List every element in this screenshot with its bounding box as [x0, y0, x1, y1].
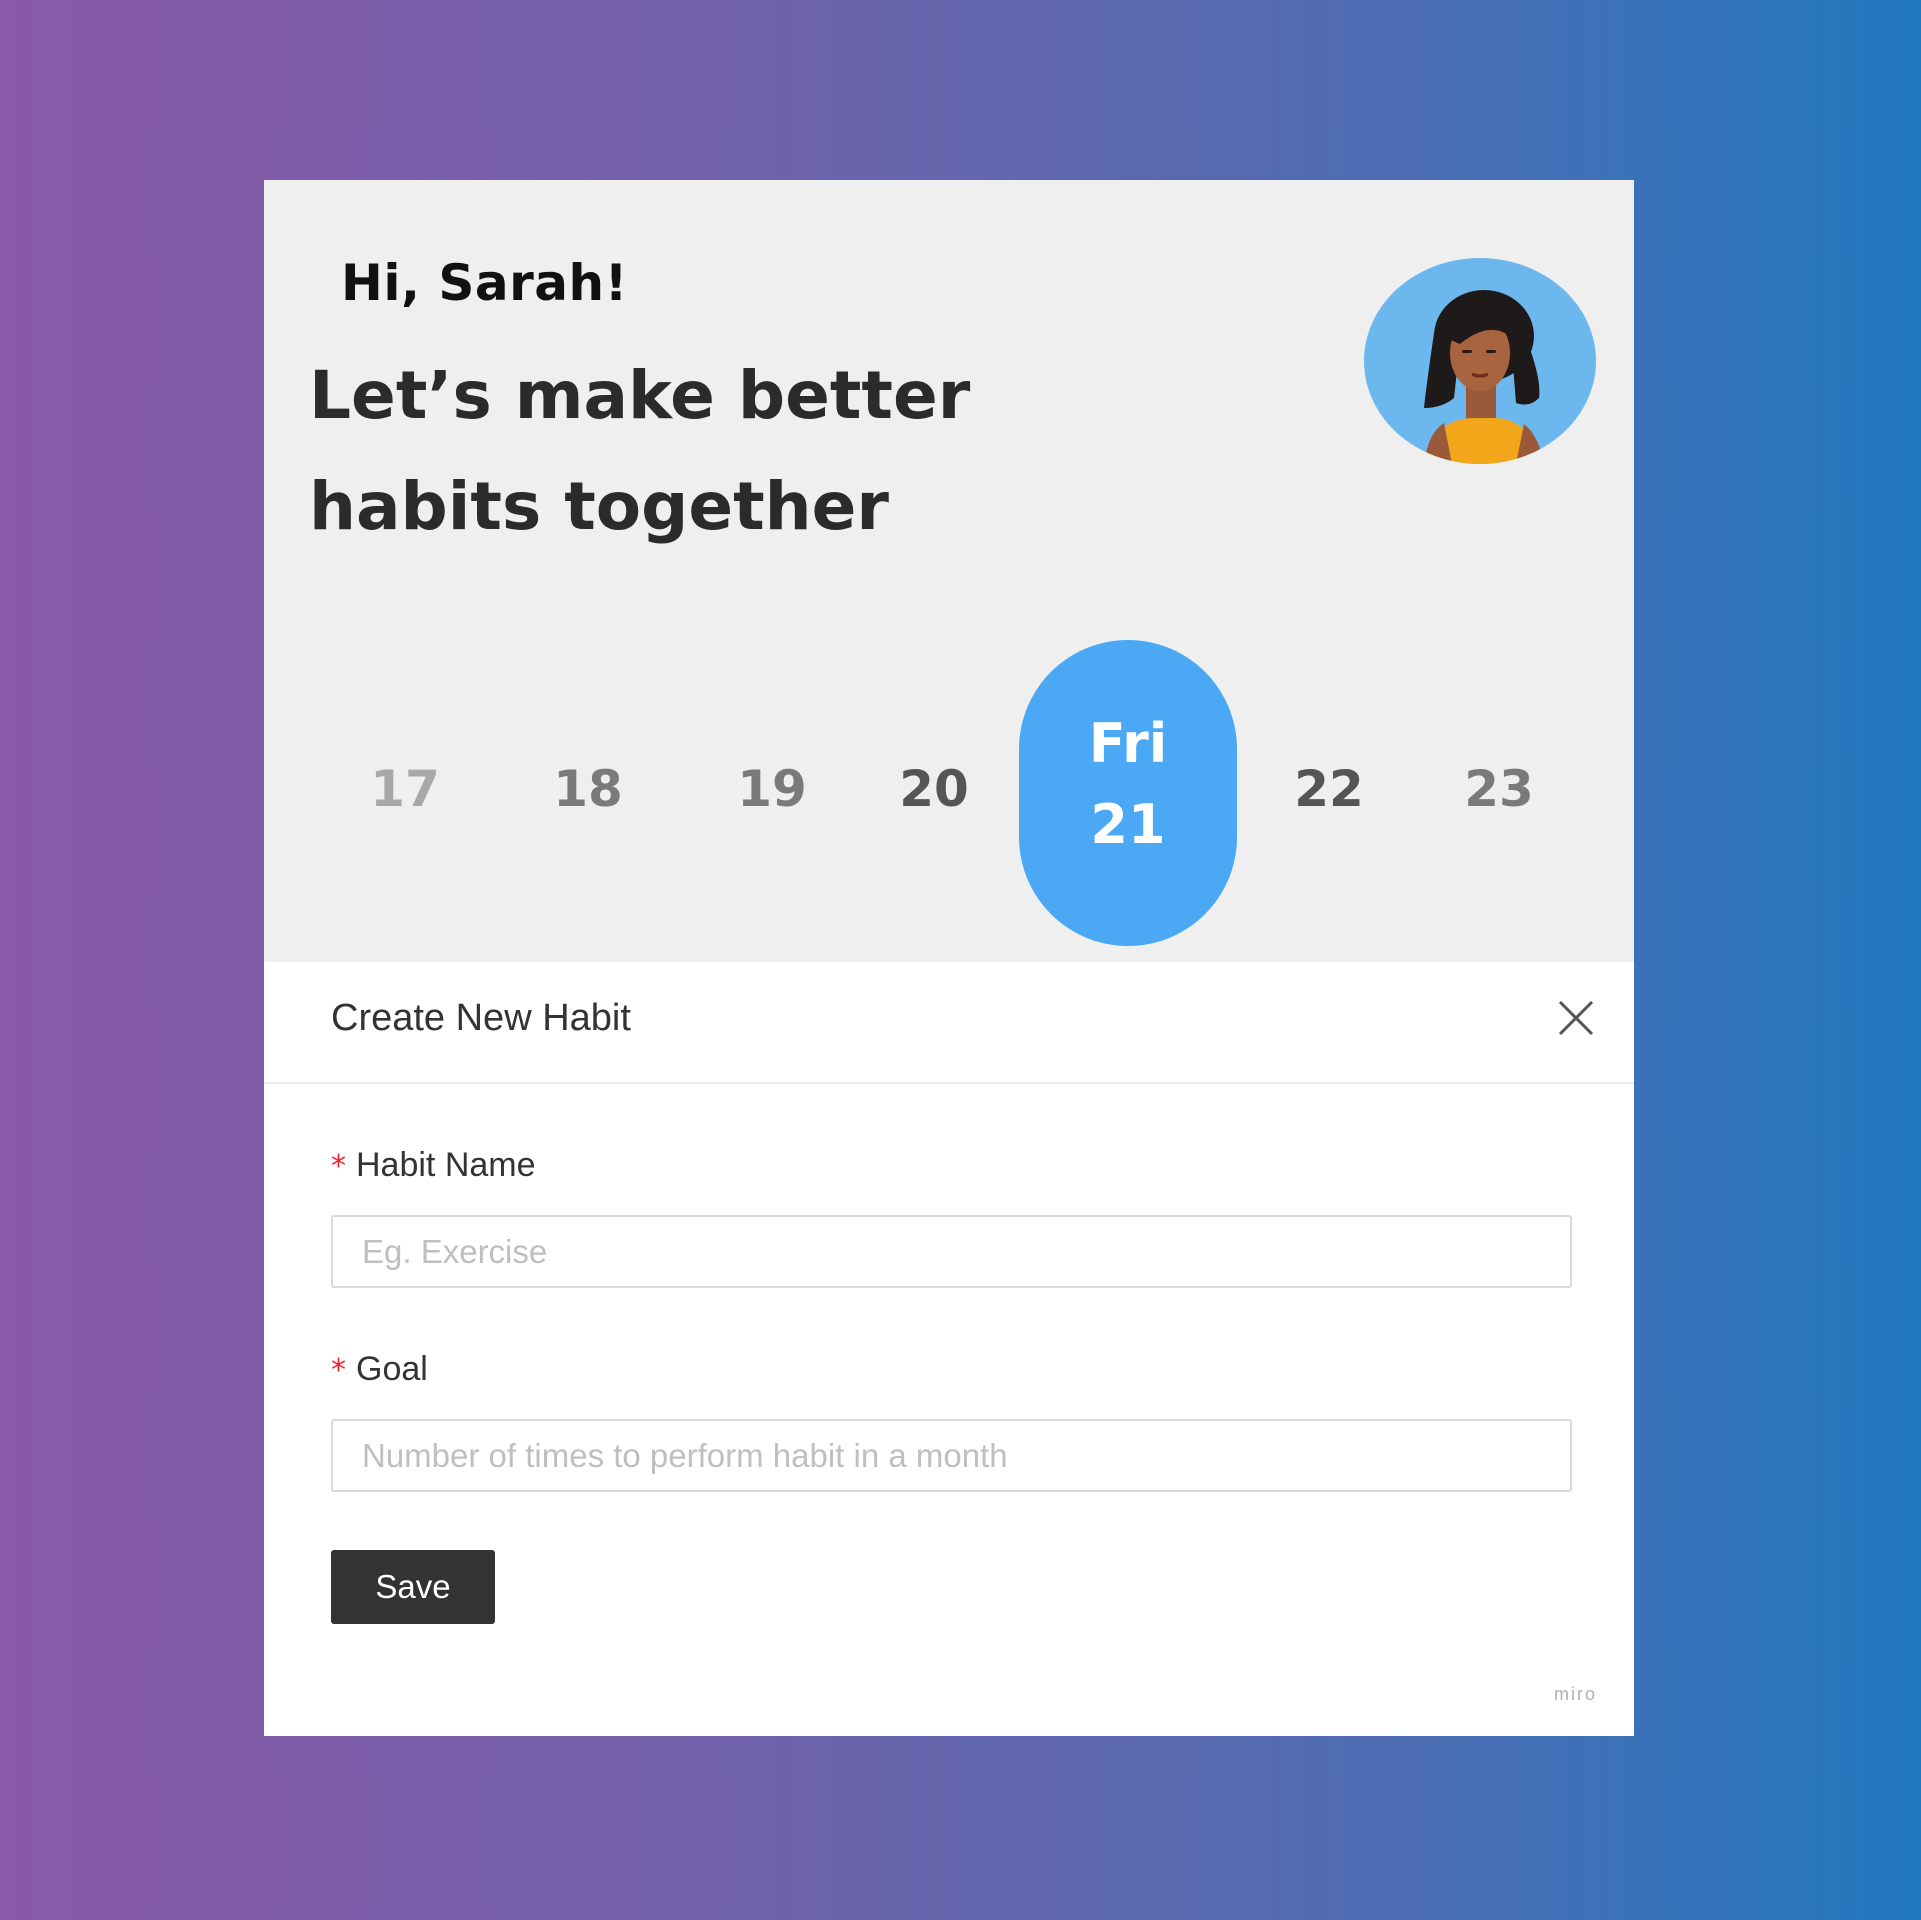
- page-title: Let’s make better habits together: [309, 357, 971, 545]
- habit-app-card: Hi, Sarah! Let’s make better habits toge…: [264, 180, 1634, 1736]
- greeting: Hi, Sarah!: [341, 254, 628, 312]
- save-button[interactable]: Save: [331, 1550, 495, 1624]
- required-mark: *: [331, 1353, 346, 1388]
- selected-weekday: Fri: [1088, 712, 1168, 775]
- watermark: miro: [1554, 1684, 1597, 1704]
- date-item-23[interactable]: 23: [1439, 760, 1559, 818]
- avatar[interactable]: [1364, 258, 1596, 464]
- close-button[interactable]: [1554, 996, 1598, 1040]
- habit-name-input[interactable]: [331, 1215, 1572, 1288]
- modal-title: Create New Habit: [331, 997, 631, 1039]
- modal-header: Create New Habit: [264, 962, 1634, 1084]
- hero-section: Hi, Sarah! Let’s make better habits toge…: [264, 180, 1634, 962]
- date-item-18[interactable]: 18: [528, 760, 648, 818]
- user-portrait-icon: [1424, 290, 1544, 464]
- date-item-19[interactable]: 19: [712, 760, 832, 818]
- goal-label-text: Goal: [356, 1350, 428, 1388]
- habit-name-label-text: Habit Name: [356, 1146, 536, 1184]
- date-strip: 17 18 19 20 Fri 21 22 23: [264, 640, 1634, 950]
- goal-label: * Goal: [331, 1350, 428, 1389]
- habit-name-label: * Habit Name: [331, 1146, 536, 1185]
- date-item-20[interactable]: 20: [874, 760, 994, 818]
- date-item-selected[interactable]: Fri 21: [1019, 640, 1237, 946]
- required-mark: *: [331, 1149, 346, 1184]
- close-icon: [1558, 1000, 1594, 1036]
- date-item-22[interactable]: 22: [1269, 760, 1389, 818]
- selected-date: 21: [1090, 793, 1166, 856]
- date-item-17[interactable]: 17: [345, 760, 465, 818]
- goal-input[interactable]: [331, 1419, 1572, 1492]
